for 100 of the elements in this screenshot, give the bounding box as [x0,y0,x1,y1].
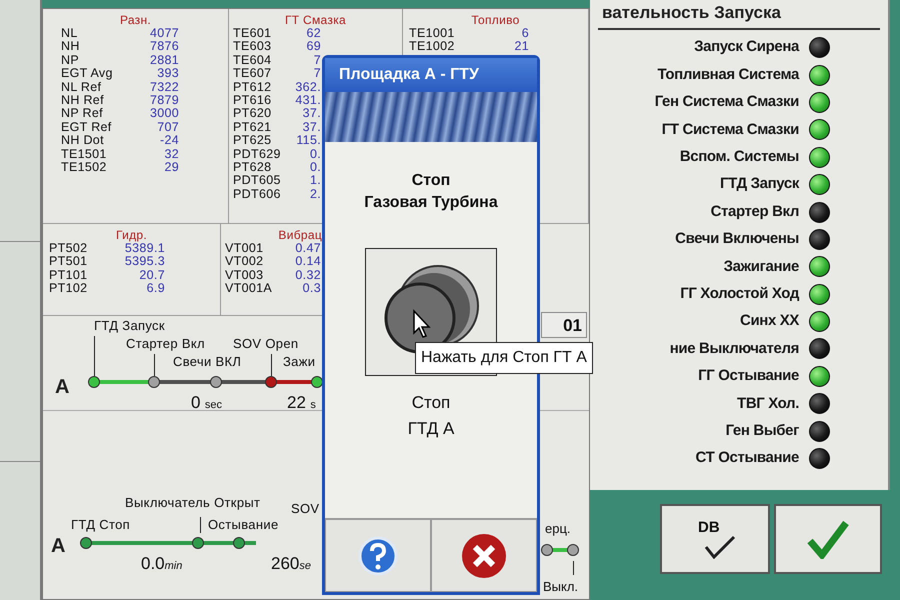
parameter-label: TE1501 [61,148,108,162]
parameter-value: 0.3 [302,282,321,296]
step-tick [94,336,95,376]
step-label: SOV [291,501,320,516]
parameter-value: 1. [308,174,321,188]
check-icon [806,519,850,559]
parameter-label: EGT Ref [61,120,113,134]
table-title: Топливо [470,13,521,27]
step-label: ГТД Запуск [94,318,165,333]
step-label: ГТД Стоп [71,517,130,532]
parameter-value: 20.7 [138,268,165,282]
cancel-button[interactable] [431,519,537,592]
elapsed-time: 0 sec [191,392,222,414]
parameter-label: VT002 [225,255,264,269]
step-tick [200,517,201,533]
step-label: Выкл. [543,578,578,596]
parameter-label: VT003 [225,268,264,282]
parameter-label: NL Ref [61,80,102,94]
parameter-value: 0. [308,148,321,162]
parameter-label: PT502 [49,242,88,256]
help-button[interactable] [325,519,431,592]
elapsed-time: 0.0min [141,553,182,575]
parameter-value: 4077 [148,27,179,40]
status-label: Ген Выбег [726,420,799,441]
step-label: SOV Open [233,336,298,351]
parameter-label: PT101 [49,268,88,282]
parameter-value: 7 [312,54,321,68]
parameter-value: 115. [295,134,321,148]
dialog-heading: Газовая Турбина [364,193,498,213]
table-title: Гидр. [114,228,148,242]
parameter-label: PT612 [233,80,272,94]
parameter-value: 7322 [148,80,179,94]
step-tick [573,561,574,575]
dialog-caption: Стоп [412,392,450,414]
parameter-label: TE604 [233,54,272,68]
parameter-value: 6.9 [146,282,165,296]
check-icon [704,535,736,559]
parameter-value: 29 [163,161,179,174]
dialog-title: Площадка А - ГТУ [339,65,479,85]
parameter-value: 37. [302,120,321,134]
parameter-value: 2. [308,188,321,202]
table-title: ГТ Смазка [284,13,347,27]
step-tick [154,354,155,376]
dialog-caption: ГТД А [408,418,454,440]
status-label: ГГ Холостой Ход [680,284,799,304]
parameter-label: PDT629 [233,148,282,162]
sequence-row-label: A [51,534,66,559]
parameter-label: PDT605 [233,174,282,188]
parameter-label: PT102 [49,282,88,296]
table-title: Вибрац [277,228,322,242]
parameter-label: TE1002 [409,40,456,54]
parameter-value: -24 [158,134,179,148]
step-label: Остывание [208,517,278,532]
status-label: ГТ Система Смазки [662,120,799,140]
parameter-value: 32 [163,148,179,162]
status-label: Синх ХХ [740,311,799,332]
parameter-value: 7879 [148,94,179,108]
db-confirm-button[interactable]: DB [660,504,770,574]
parameter-value: 0.32 [294,268,321,282]
parameter-value: 362. [294,80,321,94]
parameter-value: 3000 [148,107,179,121]
step-label: ерц. [545,520,571,538]
parameter-label: TE607 [233,67,272,81]
parameter-value: 21 [513,40,529,54]
parameter-label: PT625 [233,134,272,148]
parameter-value: 707 [156,120,179,134]
parameter-label: NP Ref [61,107,104,121]
status-label: Топливная Система [658,64,799,85]
parameter-label: TE603 [233,40,272,54]
parameter-label: NH [61,40,81,54]
parameter-label: PDT606 [233,188,282,202]
parameter-label: VT001A [225,282,274,296]
parameter-value: 0.47 [295,242,321,256]
status-label: ГТД Запуск [720,174,799,194]
cursor-icon [412,309,432,339]
parameter-label: NH Dot [61,134,105,148]
step-label: Зажи [283,354,316,369]
close-icon [460,532,508,580]
parameter-value: 2881 [148,54,179,68]
parameter-label: PT628 [233,161,272,174]
status-label: ТВГ Хол. [737,394,799,414]
step-label: Свечи ВКЛ [173,354,242,369]
elapsed-time: 22 s [287,392,316,414]
parameter-label: NP [61,54,80,68]
parameter-value: 69 [305,40,321,54]
parameter-label: VT001 [225,242,264,256]
parameter-value: 62 [305,27,321,40]
parameter-value: 6 [520,27,529,40]
confirm-button[interactable] [774,504,882,574]
status-label: Стартер Вкл [710,202,799,222]
parameter-label: EGT Avg [61,67,114,81]
parameter-label: PT621 [233,120,272,134]
tooltip: Нажать для Стоп ГТ А [415,342,593,374]
sequence-row-label: A [55,375,70,400]
panel-title: вательность Запуска [598,0,880,30]
parameter-value: 431. [294,94,321,108]
parameter-value: 0. [308,161,321,174]
status-label: СТ Остывание [696,448,799,468]
parameter-value: 0.14 [294,255,321,269]
step-counter: 01 [541,312,587,338]
